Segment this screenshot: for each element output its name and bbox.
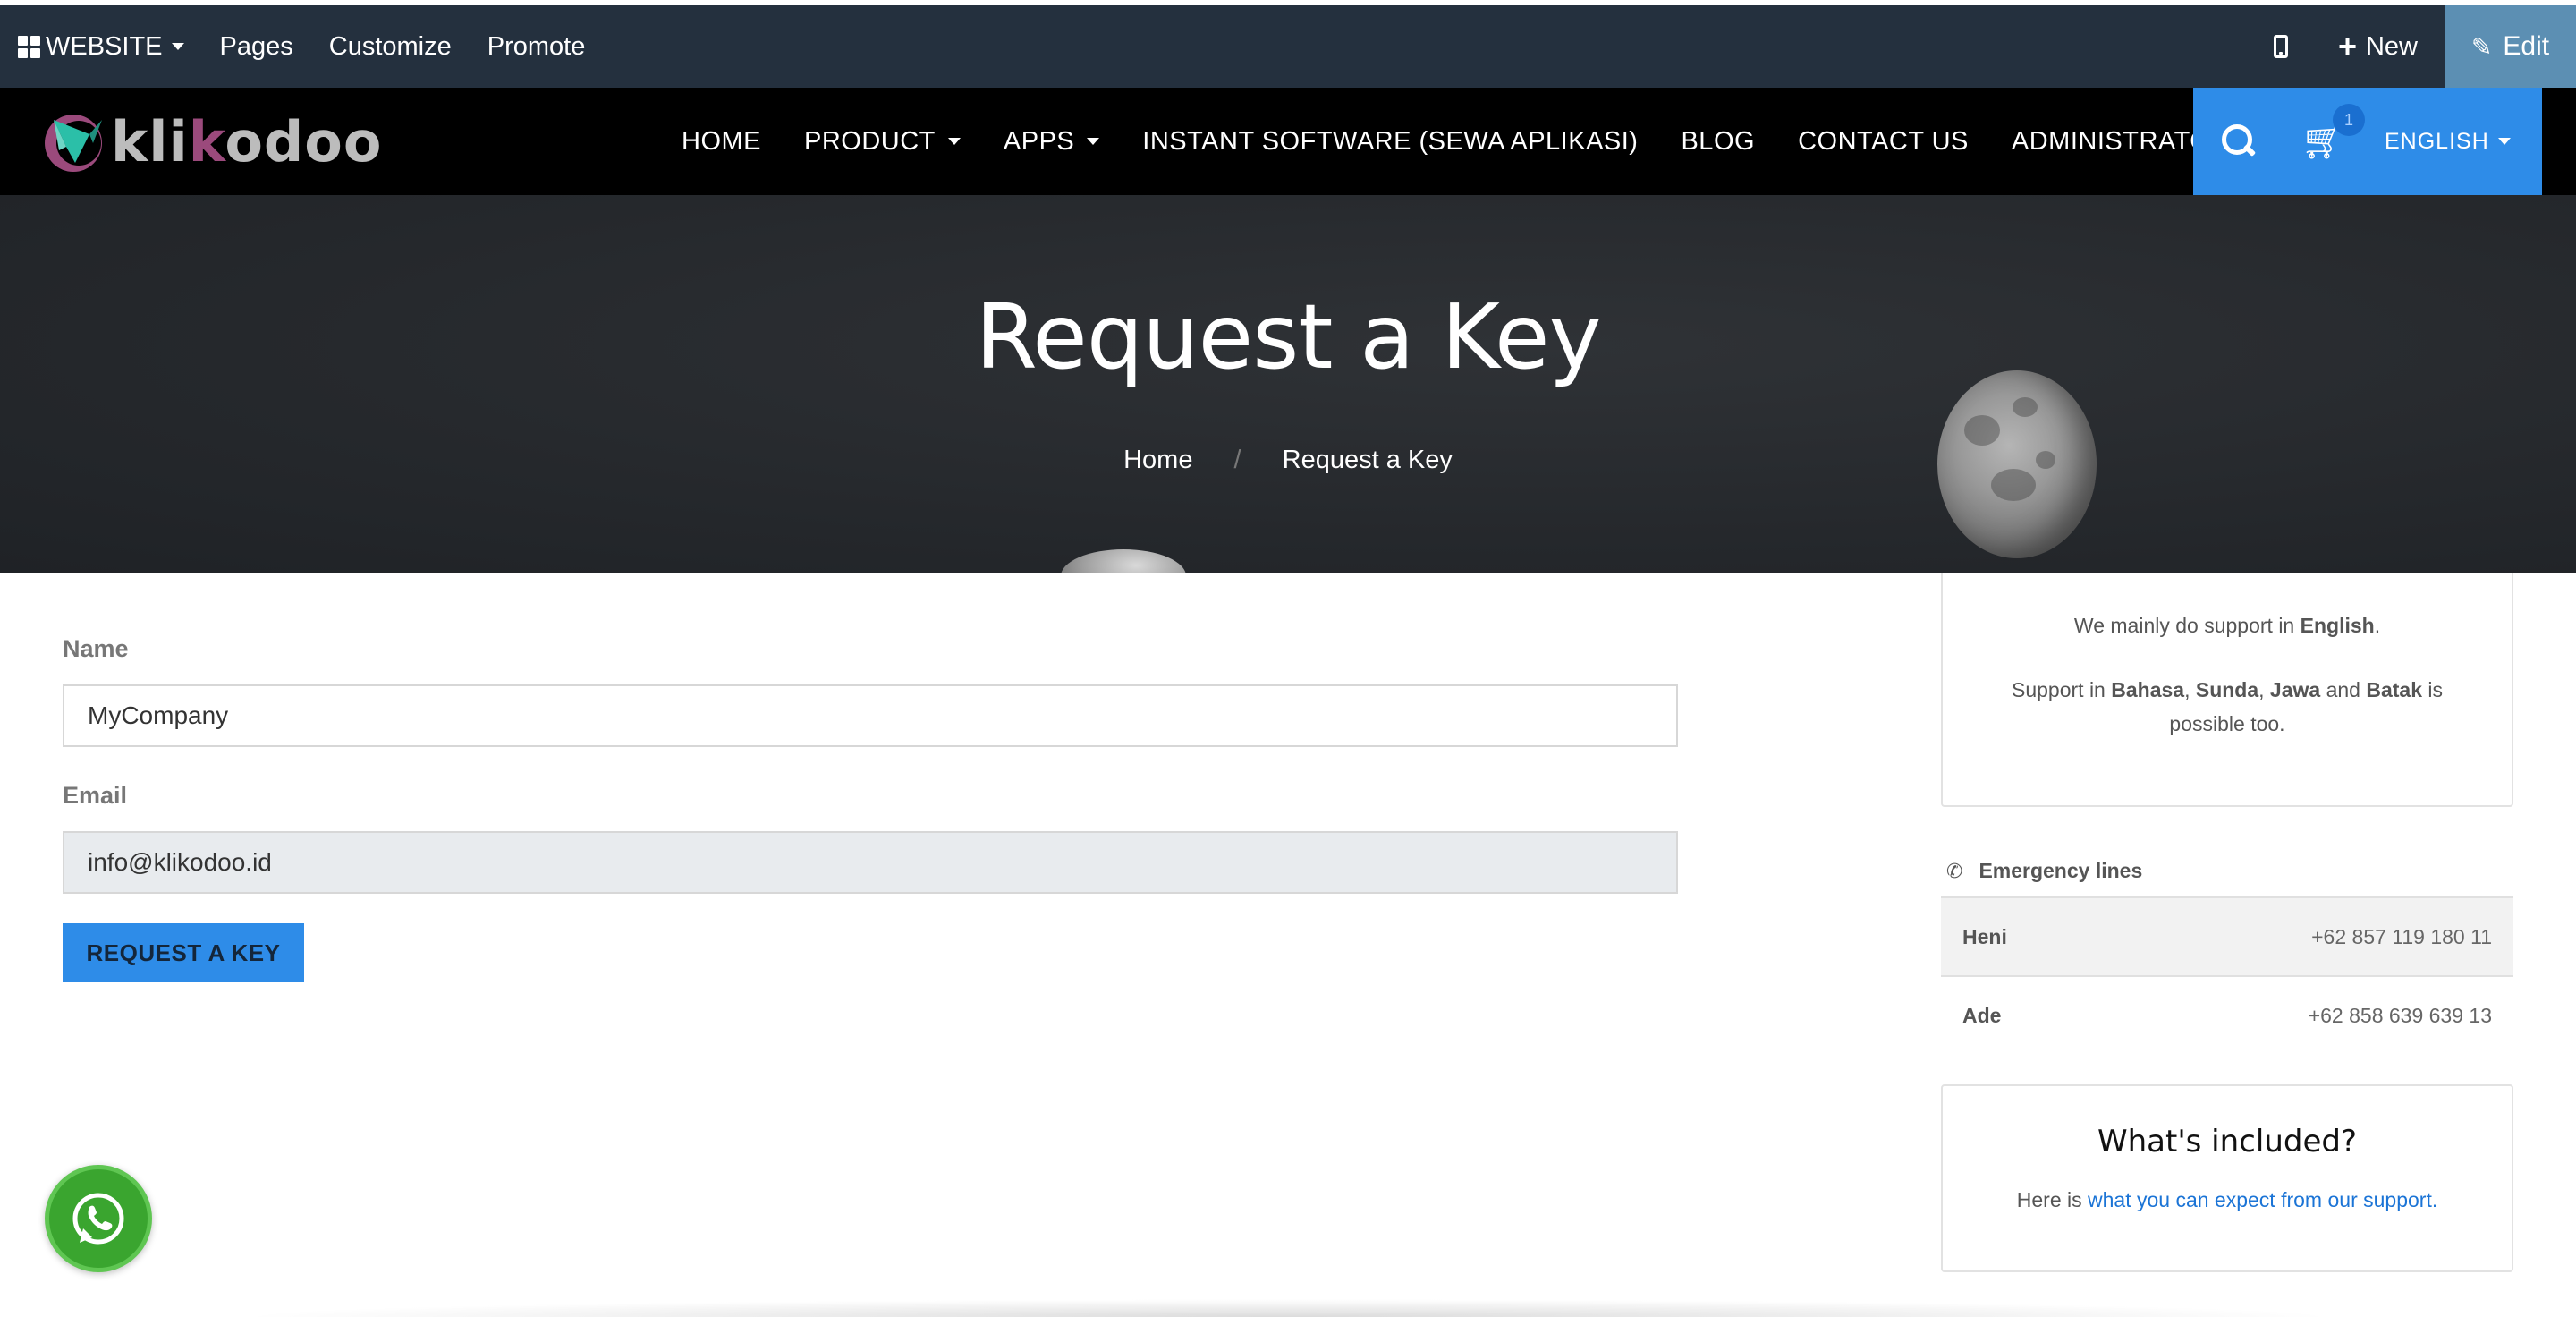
name-field[interactable]: MyCompany [63, 684, 1678, 747]
nav-item-label: PRODUCT [804, 126, 936, 156]
emergency-lines-label: Emergency lines [1979, 859, 2143, 882]
table-row: Heni +62 857 119 180 11 [1941, 896, 2513, 975]
logo-wordmark: klikodoo [111, 108, 383, 174]
emergency-lines-title: ✆ Emergency lines [1946, 859, 2142, 883]
page-shadow [233, 1299, 2343, 1317]
nav-item-label: INSTANT SOFTWARE (SEWA APLIKASI) [1142, 126, 1639, 156]
nav-item-product[interactable]: PRODUCT [804, 127, 961, 157]
support-details-link[interactable]: what you can expect from our support. [2088, 1188, 2437, 1211]
chevron-down-icon [947, 138, 961, 145]
breadcrumb-current: Request a Key [1282, 446, 1453, 474]
mountain-image [1061, 549, 1186, 573]
cart-button[interactable]: 🛒︎ 1 [2301, 104, 2365, 159]
nav-item-blog[interactable]: BLOG [1681, 127, 1755, 157]
nav-item-contact-us[interactable]: CONTACT US [1798, 127, 1969, 157]
email-field[interactable]: info@klikodoo.id [63, 831, 1678, 894]
nav-item-home[interactable]: HOME [682, 127, 761, 157]
contact-name: Heni [1962, 924, 2007, 948]
breadcrumb: Home / Request a Key [0, 446, 2576, 475]
contact-phone: +62 857 119 180 11 [2311, 924, 2492, 948]
site-logo[interactable]: klikodoo [39, 107, 383, 175]
new-button-label: New [2365, 31, 2418, 61]
whats-included-text: Here is what you can expect from our sup… [2016, 1188, 2438, 1211]
nav-item-apps[interactable]: APPS [1003, 126, 1100, 157]
pages-menu[interactable]: Pages [220, 5, 293, 88]
nav-actions: 🛒︎ 1 ENGLISH [2193, 88, 2542, 195]
customize-menu[interactable]: Customize [329, 5, 452, 88]
website-menu[interactable]: WEBSITE [18, 5, 184, 88]
whatsapp-icon [72, 1193, 124, 1245]
contact-phone: +62 858 639 639 13 [2308, 1003, 2492, 1027]
page-title: Request a Key [975, 285, 1601, 389]
pencil-icon: ✎ [2470, 32, 2493, 61]
emergency-contacts-table: Heni +62 857 119 180 11 Ade +62 858 639 … [1941, 896, 2513, 1054]
apps-grid-icon [18, 35, 40, 58]
hero-banner: Request a Key Home / Request a Key [0, 195, 2576, 573]
chevron-down-icon [1087, 138, 1100, 145]
nav-item-label: CONTACT US [1798, 126, 1969, 156]
name-label: Name [63, 635, 129, 662]
support-languages-card: We mainly do support in English. Support… [1941, 573, 2513, 807]
whats-included-card: What's included? Here is what you can ex… [1941, 1084, 2513, 1272]
request-key-button[interactable]: REQUEST A KEY [63, 923, 304, 982]
language-selector[interactable]: ENGLISH [2385, 129, 2511, 155]
table-row: Ade +62 858 639 639 13 [1941, 975, 2513, 1054]
phone-icon: ✆ [1946, 859, 1963, 882]
email-label: Email [63, 782, 128, 809]
new-button[interactable]: + New [2338, 5, 2418, 88]
pages-menu-label: Pages [219, 31, 293, 61]
edit-button-label: Edit [2503, 31, 2550, 61]
edit-button[interactable]: ✎ Edit [2445, 5, 2576, 88]
nav-item-instant-software[interactable]: INSTANT SOFTWARE (SEWA APLIKASI) [1142, 127, 1638, 157]
website-menu-label: WEBSITE [46, 31, 163, 61]
search-icon[interactable] [2222, 124, 2256, 158]
whats-included-title: What's included? [2097, 1124, 2357, 1160]
cart-count-badge: 1 [2333, 104, 2365, 136]
customize-menu-label: Customize [328, 31, 452, 61]
nav-item-label: HOME [682, 126, 761, 156]
contact-name: Ade [1962, 1003, 2002, 1027]
language-label: ENGLISH [2385, 128, 2489, 154]
bird-logo-icon [45, 115, 102, 172]
whatsapp-button[interactable] [45, 1165, 152, 1272]
site-navbar: klikodoo HOME PRODUCT APPS INSTANT SOFTW… [0, 88, 2576, 195]
main-menu: HOME PRODUCT APPS INSTANT SOFTWARE (SEWA… [682, 88, 2255, 195]
nav-item-label: APPS [1003, 126, 1075, 156]
breadcrumb-home-link[interactable]: Home [1123, 446, 1192, 474]
mobile-icon [2273, 35, 2288, 58]
support-other-languages: Support in Bahasa, Sunda, Jawa and Batak… [2012, 678, 2443, 735]
chevron-down-icon [2497, 138, 2511, 145]
breadcrumb-separator: / [1233, 446, 1241, 474]
mobile-preview-button[interactable] [2273, 5, 2288, 88]
chevron-down-icon [171, 43, 184, 50]
support-main-language: We mainly do support in English. [2073, 614, 2381, 637]
plus-icon: + [2337, 28, 2357, 64]
nav-item-label: BLOG [1681, 126, 1756, 156]
promote-menu[interactable]: Promote [487, 5, 586, 88]
admin-bar: WEBSITE Pages Customize Promote + New ✎ … [0, 0, 2576, 88]
promote-menu-label: Promote [487, 31, 586, 61]
